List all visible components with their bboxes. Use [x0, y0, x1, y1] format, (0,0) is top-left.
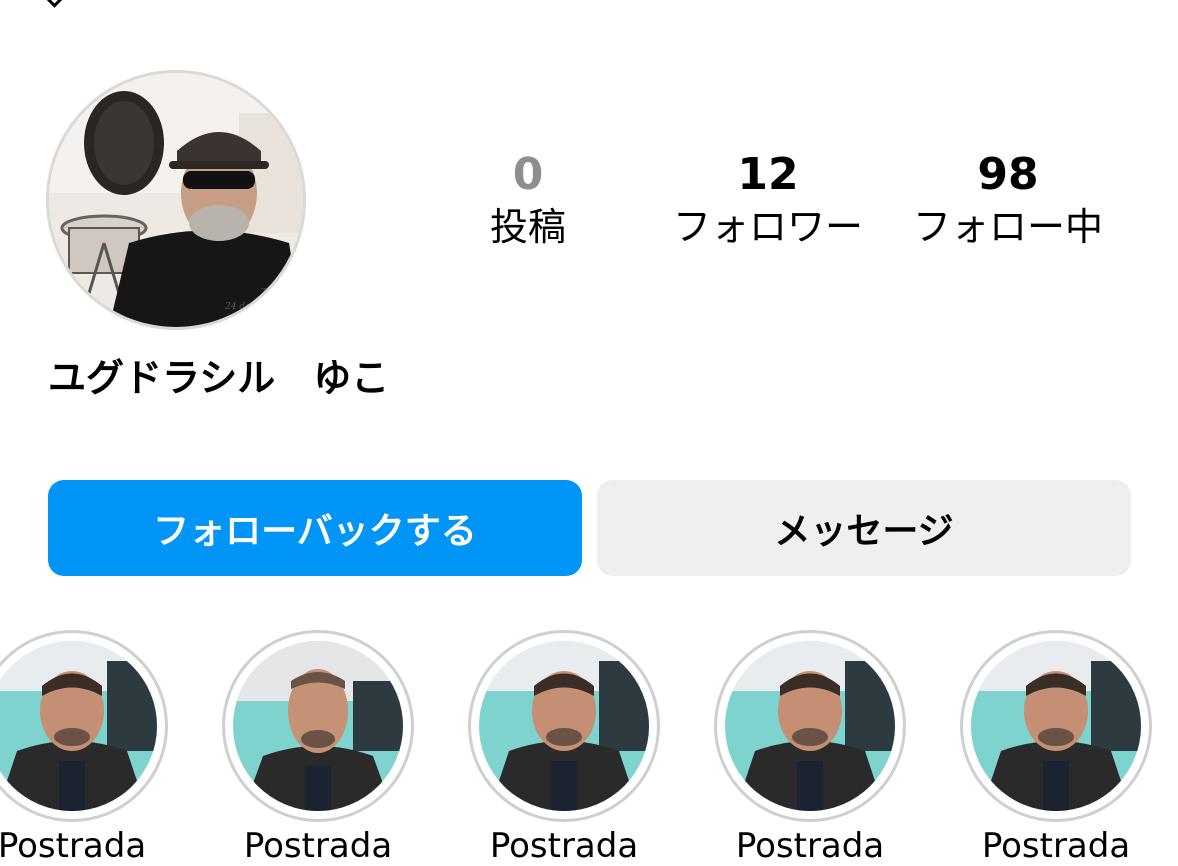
profile-name: ユグドラシル ゆこ: [48, 356, 390, 400]
highlight-label: Postrada: [0, 826, 147, 866]
follow-back-button[interactable]: フォローバックする: [48, 480, 582, 576]
following-count: 98: [977, 149, 1039, 200]
highlight-photo-icon: [233, 641, 403, 811]
highlight-photo-icon: [725, 641, 895, 811]
stat-followers[interactable]: 12 フォロワー: [648, 150, 888, 254]
followers-label: フォロワー: [672, 205, 863, 249]
message-button[interactable]: メッセージ: [597, 480, 1131, 576]
following-label: フォロー中: [912, 205, 1103, 249]
highlight-photo-icon: [971, 641, 1141, 811]
posts-count: 0: [512, 149, 544, 200]
stat-following[interactable]: 98 フォロー中: [888, 150, 1128, 254]
back-chevron-icon[interactable]: [45, 0, 64, 8]
profile-stats: 0 投稿 12 フォロワー 98 フォロー中: [0, 150, 1178, 260]
highlight-label: Postrada: [243, 826, 393, 866]
avatar-caption-2: 24 de septi: [224, 302, 276, 312]
stat-posts[interactable]: 0 投稿: [408, 150, 648, 254]
highlight-label: Postrada: [981, 826, 1131, 866]
highlight-item[interactable]: Postrada: [714, 630, 906, 866]
highlight-item[interactable]: Postrada: [468, 630, 660, 866]
highlight-label: Postrada: [489, 826, 639, 866]
highlight-label: Postrada: [735, 826, 885, 866]
posts-label: 投稿: [489, 205, 566, 249]
highlight-photo-icon: [479, 641, 649, 811]
highlight-item[interactable]: Postrada: [222, 630, 414, 866]
avatar-caption-1: Tomad: [261, 288, 292, 298]
highlight-item[interactable]: Postrada: [0, 630, 168, 866]
story-highlights: Postrada Postrada Postrada Postrada Post…: [0, 630, 1178, 866]
followers-count: 12: [737, 149, 799, 200]
highlight-item[interactable]: Postrada: [960, 630, 1152, 866]
